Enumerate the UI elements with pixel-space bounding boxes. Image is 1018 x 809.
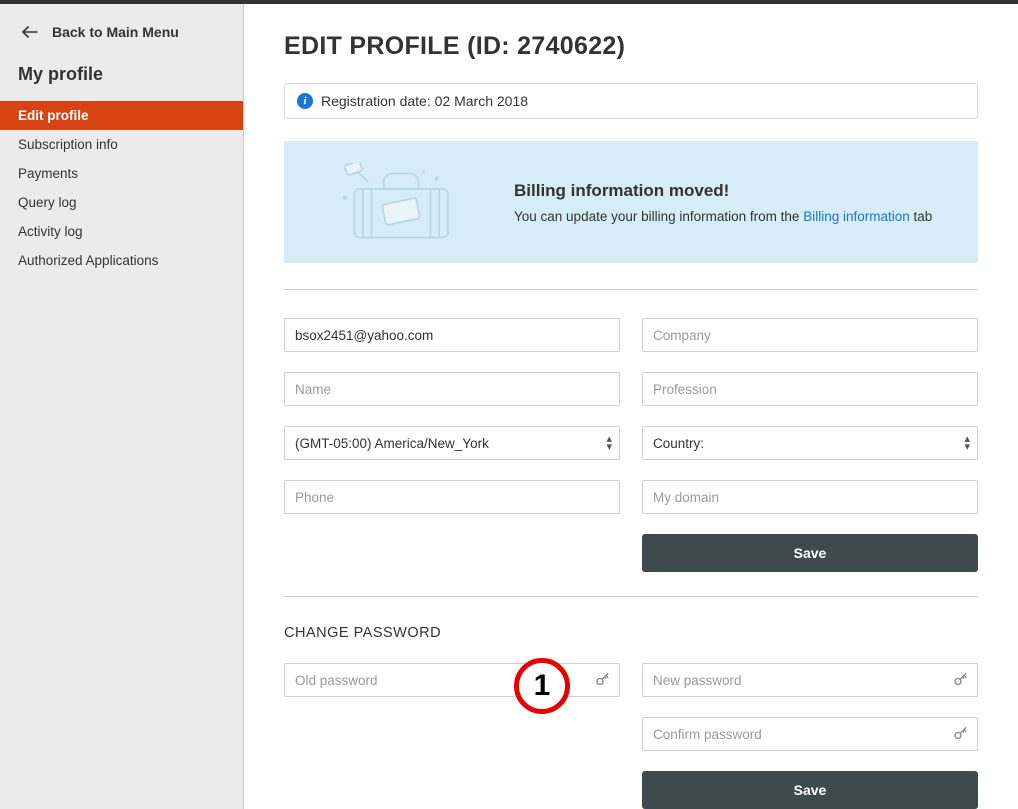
section-divider xyxy=(284,289,978,290)
billing-information-link[interactable]: Billing information xyxy=(803,209,910,224)
sidebar: Back to Main Menu My profile Edit profil… xyxy=(0,4,244,809)
profile-form: (GMT-05:00) America/New_York ▴▾ Country:… xyxy=(284,318,978,572)
billing-moved-title: Billing information moved! xyxy=(514,181,932,201)
new-password-field[interactable] xyxy=(642,663,978,697)
registration-date-text: Registration date: 02 March 2018 xyxy=(321,93,528,109)
phone-field[interactable] xyxy=(284,480,620,514)
sidebar-item-edit-profile[interactable]: Edit profile xyxy=(0,101,243,130)
billing-moved-notice: Billing information moved! You can updat… xyxy=(284,141,978,263)
country-select[interactable]: Country: xyxy=(642,426,978,460)
sidebar-item-subscription-info[interactable]: Subscription info xyxy=(0,130,243,159)
arrow-left-icon xyxy=(22,26,38,38)
domain-field[interactable] xyxy=(642,480,978,514)
page-title: EDIT PROFILE (ID: 2740622) xyxy=(284,32,978,61)
billing-moved-text: You can update your billing information … xyxy=(514,209,932,224)
profession-field[interactable] xyxy=(642,372,978,406)
old-password-field[interactable] xyxy=(284,663,620,697)
company-field[interactable] xyxy=(642,318,978,352)
name-field[interactable] xyxy=(284,372,620,406)
sidebar-nav: Edit profile Subscription info Payments … xyxy=(0,101,243,275)
password-form: Save xyxy=(284,663,978,809)
registration-banner: i Registration date: 02 March 2018 xyxy=(284,83,978,119)
info-icon: i xyxy=(297,93,313,109)
key-icon xyxy=(952,725,970,743)
confirm-password-field[interactable] xyxy=(642,717,978,751)
back-to-main-menu[interactable]: Back to Main Menu xyxy=(0,16,243,54)
sidebar-heading: My profile xyxy=(0,54,243,101)
sidebar-item-payments[interactable]: Payments xyxy=(0,159,243,188)
sidebar-item-activity-log[interactable]: Activity log xyxy=(0,217,243,246)
key-icon xyxy=(952,671,970,689)
email-field[interactable] xyxy=(284,318,620,352)
sidebar-item-query-log[interactable]: Query log xyxy=(0,188,243,217)
save-password-button[interactable]: Save xyxy=(642,771,978,809)
section-divider xyxy=(284,596,978,597)
change-password-heading: CHANGE PASSWORD xyxy=(284,625,978,641)
back-label: Back to Main Menu xyxy=(52,24,179,40)
key-icon xyxy=(594,671,612,689)
main-content: EDIT PROFILE (ID: 2740622) i Registratio… xyxy=(244,4,1018,809)
sidebar-item-authorized-applications[interactable]: Authorized Applications xyxy=(0,246,243,275)
save-profile-button[interactable]: Save xyxy=(642,534,978,572)
timezone-select[interactable]: (GMT-05:00) America/New_York xyxy=(284,426,620,460)
suitcase-illustration-icon xyxy=(310,163,480,241)
